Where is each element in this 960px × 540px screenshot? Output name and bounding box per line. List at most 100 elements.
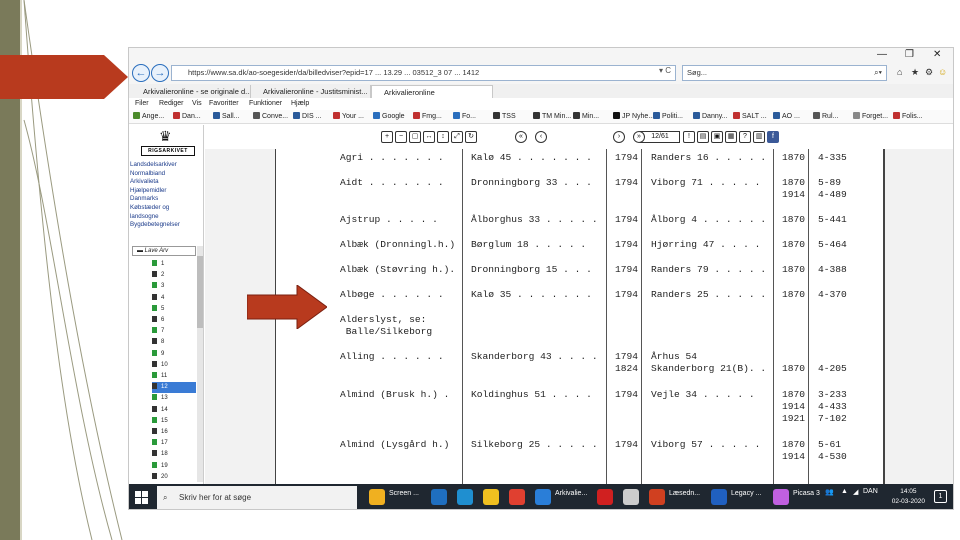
taskbar-app-icon[interactable] [369,489,385,505]
menu-item[interactable]: Hjælp [291,98,309,110]
favorite-link[interactable]: Dan... [173,110,201,124]
rotate-icon[interactable]: ↻ [465,131,477,143]
tree-item[interactable]: 11 [152,371,196,382]
page-indicator[interactable]: 12/61 [640,131,680,143]
fit-height-icon[interactable]: ↕ [437,131,449,143]
favorite-link[interactable]: Your ... [333,110,364,124]
people-icon[interactable]: 👥 [825,488,834,496]
favorite-link[interactable]: AO ... [773,110,800,124]
back-icon[interactable]: ← [132,64,150,82]
tree-item[interactable]: 16 [152,427,196,438]
tab-1[interactable]: Arkivalieronline - se originale d... [131,85,251,98]
favorite-link[interactable]: Min... [573,110,599,124]
refresh-icon[interactable]: ▾ C [659,66,671,75]
fullscreen-icon[interactable]: ⤢ [451,131,463,143]
favorite-link[interactable]: Politi... [653,110,683,124]
first-page-icon[interactable]: « [515,131,527,143]
tree-item[interactable]: 4 [152,293,196,304]
tree-item[interactable]: 3 [152,281,196,292]
sidebar-link[interactable]: Arkivalieta [130,178,180,187]
favorite-link[interactable]: Folis... [893,110,923,124]
taskbar-app-label[interactable]: Læsedn... [669,490,700,497]
notification-center-icon[interactable]: 1 [934,490,947,503]
facebook-icon[interactable]: f [767,131,779,143]
tree-item[interactable]: 17 [152,438,196,449]
menu-item[interactable]: Favoritter [209,98,239,110]
tree-item[interactable]: 5 [152,304,196,315]
search-icon[interactable]: ⌕▾ [874,66,882,80]
tree-folder-header[interactable]: ▬ Lave Arv [132,246,196,256]
tree-item[interactable]: 15 [152,416,196,427]
minimize-icon[interactable]: — [877,49,887,60]
previous-page-icon[interactable]: ‹ [535,131,547,143]
favorite-link[interactable]: Conve... [253,110,288,124]
favorite-link[interactable]: Fo... [453,110,476,124]
favorite-link[interactable]: Sall... [213,110,240,124]
tree-item[interactable]: 1 [152,259,196,270]
taskbar-app-icon[interactable] [483,489,499,505]
lock-icon[interactable]: ▢ [409,131,421,143]
favorite-link[interactable]: TSS [493,110,516,124]
tree-item[interactable]: 8 [152,337,196,348]
tree-item[interactable]: 19 [152,461,196,472]
tree-scrollbar[interactable] [197,246,203,482]
tab-3-active[interactable]: Arkivalieronline [371,85,493,98]
tree-item[interactable]: 9 [152,349,196,360]
home-icon[interactable]: ⌂ [897,67,902,77]
sidebar-link[interactable]: Bygdebetegnelser [130,221,180,230]
tree-item[interactable]: 18 [152,449,196,460]
taskbar-search-field[interactable]: ⌕ Skriv her for at søge [157,486,357,509]
taskbar-app-icon[interactable] [649,489,665,505]
restore-icon[interactable]: ❐ [905,49,914,60]
menu-item[interactable]: Filer [135,98,149,110]
tree-item[interactable]: 20 [152,472,196,483]
print-icon[interactable]: ▤ [697,131,709,143]
tree-item[interactable]: 13 [152,393,196,404]
zoom-out-icon[interactable]: − [395,131,407,143]
taskbar-app-icon[interactable] [535,489,551,505]
bookmark-icon[interactable]: ▥ [753,131,765,143]
taskbar-app-label[interactable]: Legacy ... [731,490,761,497]
last-page-icon[interactable]: » [633,131,645,143]
tree-item[interactable]: 7 [152,326,196,337]
taskbar-app-icon[interactable] [711,489,727,505]
save-icon[interactable]: ▣ [711,131,723,143]
taskbar-app-label[interactable]: Arkivalie... [555,490,587,497]
sidebar-link[interactable]: Normalbiand [130,170,180,179]
network-icon[interactable]: ▲ [841,488,848,495]
tree-item[interactable]: 6 [152,315,196,326]
taskbar-app-label[interactable]: Picasa 3 [793,490,820,497]
scroll-thumb[interactable] [197,256,203,328]
windows-start-icon[interactable] [135,491,148,504]
close-icon[interactable]: ✕ [933,49,941,60]
favorite-link[interactable]: Google [373,110,405,124]
volume-icon[interactable]: ◢ [853,488,858,496]
favorite-link[interactable]: Rul... [813,110,838,124]
favorite-link[interactable]: SALT ... [733,110,767,124]
info-icon[interactable]: ! [683,131,695,143]
zoom-in-icon[interactable]: + [381,131,393,143]
taskbar-app-icon[interactable] [623,489,639,505]
taskbar-app-label[interactable]: Screen ... [389,490,419,497]
forward-icon[interactable]: → [151,64,169,82]
tab-2[interactable]: Arkivalieronline - Justitsminist... [251,85,371,98]
menu-item[interactable]: Rediger [159,98,184,110]
settings-gear-icon[interactable]: ⚙ [925,67,933,78]
favorite-link[interactable]: Danny... [693,110,728,124]
favorite-link[interactable]: DIS ... [293,110,321,124]
download-icon[interactable]: ▦ [725,131,737,143]
favorite-link[interactable]: Forget... [853,110,888,124]
fit-width-icon[interactable]: ↔ [423,131,435,143]
favorite-link[interactable]: Ange... [133,110,164,124]
favorites-star-icon[interactable]: ★ [911,67,919,78]
tree-item[interactable]: 2 [152,270,196,281]
tree-item[interactable]: 10 [152,360,196,371]
sidebar-link[interactable]: Danmarks [130,195,180,204]
taskbar-app-icon[interactable] [431,489,447,505]
help-icon[interactable]: ? [739,131,751,143]
language-indicator[interactable]: DAN [863,488,878,495]
favorite-link[interactable]: JP Nyhe... [613,110,654,124]
browser-search-field[interactable]: Søg... ⌕▾ [682,65,887,81]
sidebar-link[interactable]: Landsdelsarkiver [130,161,180,170]
next-page-icon[interactable]: › [613,131,625,143]
